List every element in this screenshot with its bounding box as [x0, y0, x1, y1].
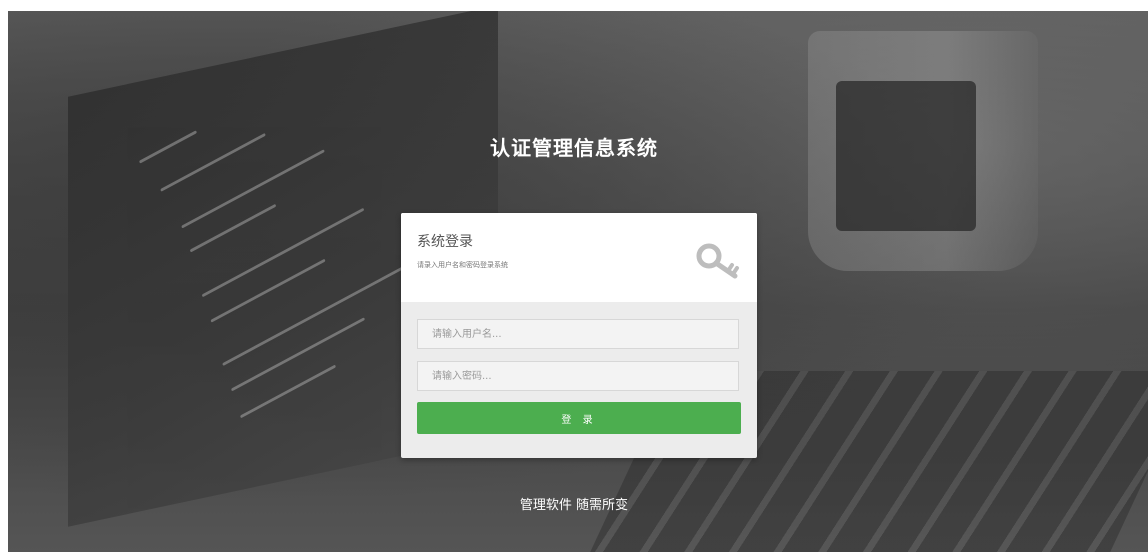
footer-slogan: 管理软件 随需所变 [519, 498, 629, 513]
login-subheading: 请录入用户名和密码登录系统 [417, 261, 508, 269]
username-input[interactable] [417, 319, 739, 349]
key-icon [696, 243, 739, 279]
login-panel-header: 系统登录 请录入用户名和密码登录系统 [401, 213, 757, 302]
password-input[interactable] [417, 361, 739, 391]
login-panel: 系统登录 请录入用户名和密码登录系统 登 录 [401, 213, 757, 458]
login-button[interactable]: 登 录 [417, 402, 741, 434]
page-title: 认证管理信息系统 [490, 136, 658, 160]
login-page: 认证管理信息系统 系统登录 请录入用户名和密码登录系统 登 录 管理软件 随需所… [0, 0, 1148, 552]
login-heading: 系统登录 [417, 234, 473, 250]
